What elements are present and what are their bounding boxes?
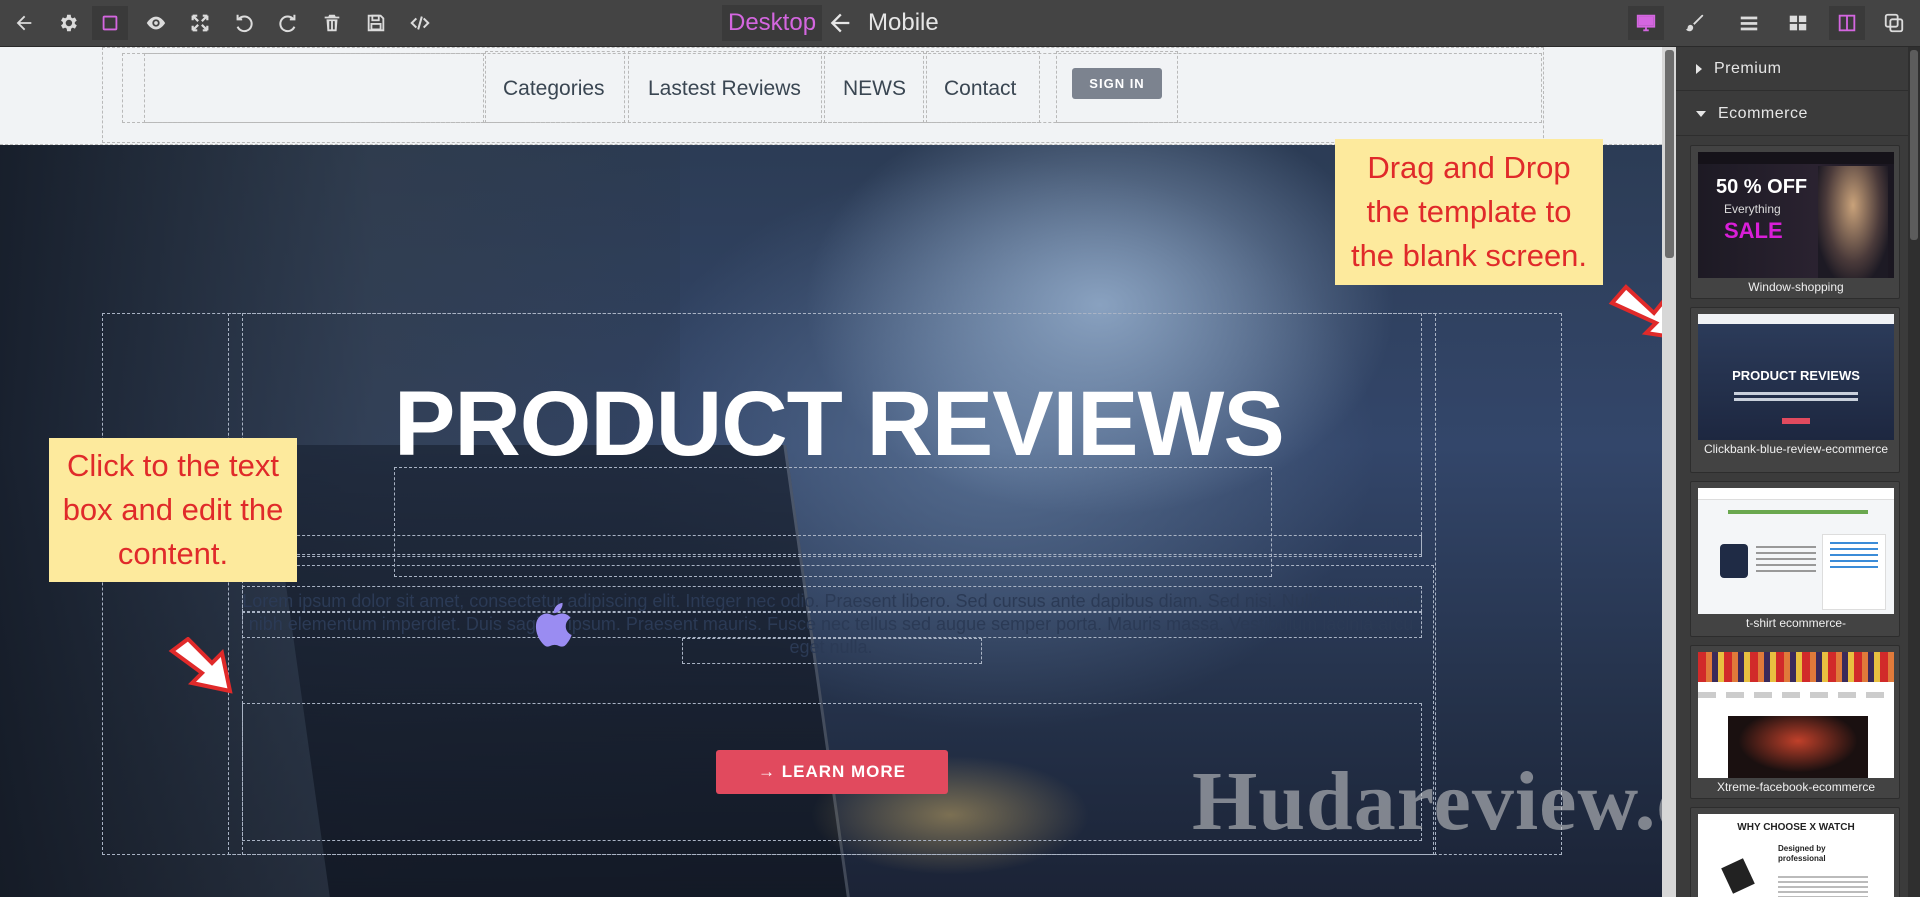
nav-link-categories[interactable]: Categories bbox=[503, 77, 605, 101]
style-brush-icon[interactable] bbox=[1677, 6, 1713, 40]
desktop-monitor-icon[interactable] bbox=[1628, 6, 1664, 40]
template-thumbnail: WHY CHOOSE X WATCH Designed by professio… bbox=[1698, 814, 1894, 897]
category-premium[interactable]: Premium bbox=[1676, 47, 1908, 91]
redo-icon[interactable] bbox=[270, 6, 306, 40]
template-thumbnail: PRODUCT REVIEWS bbox=[1698, 314, 1894, 440]
fullscreen-icon[interactable] bbox=[182, 6, 218, 40]
template-card-x-watch[interactable]: WHY CHOOSE X WATCH Designed by professio… bbox=[1690, 807, 1900, 897]
caret-down-icon bbox=[1696, 110, 1706, 117]
promo-image bbox=[1728, 716, 1868, 778]
save-icon[interactable] bbox=[358, 6, 394, 40]
template-label: t-shirt ecommerce- bbox=[1745, 616, 1846, 630]
canvas-scrollbar-thumb[interactable] bbox=[1665, 50, 1674, 258]
settings-gear-icon[interactable] bbox=[50, 6, 86, 40]
thumb-subtitle: Designed by professional bbox=[1778, 844, 1826, 863]
editor-toolbar: Desktop Mobile bbox=[0, 0, 1920, 47]
category-label: Ecommerce bbox=[1718, 104, 1808, 122]
sign-in-button[interactable]: SIGN IN bbox=[1072, 68, 1162, 99]
thumb-line1: 50 % OFF bbox=[1716, 176, 1808, 198]
undo-icon[interactable] bbox=[226, 6, 262, 40]
editor-canvas[interactable]: Categories Lastest Reviews NEWS Contact … bbox=[0, 47, 1662, 897]
learn-more-button[interactable]: → LEARN MORE bbox=[716, 750, 948, 794]
nav-link-latest-reviews[interactable]: Lastest Reviews bbox=[648, 77, 801, 101]
template-thumbnail bbox=[1698, 488, 1894, 614]
site-navbar[interactable]: Categories Lastest Reviews NEWS Contact … bbox=[0, 47, 1662, 145]
thumb-line3: SALE bbox=[1724, 218, 1783, 243]
tshirt-image bbox=[1720, 544, 1748, 578]
nav-link-contact[interactable]: Contact bbox=[944, 77, 1016, 101]
template-label: Clickbank-blue-review-ecommerce bbox=[1703, 442, 1889, 456]
template-card-window-shopping[interactable]: 50 % OFF Everything SALE Window-shopping bbox=[1690, 145, 1900, 299]
thumb-title: PRODUCT REVIEWS bbox=[1732, 368, 1860, 383]
annotation-edit-text: Click to the text box and edit the conte… bbox=[49, 438, 297, 582]
caret-right-icon bbox=[1696, 63, 1702, 74]
hero-body-text[interactable]: Lorem ipsum dolor sit amet, consectetur … bbox=[242, 590, 1420, 659]
blocks-grid-icon[interactable] bbox=[1780, 6, 1816, 40]
templates-panel: Premium Ecommerce 50 % OFF Everything SA… bbox=[1676, 47, 1920, 897]
templates-icon[interactable] bbox=[1876, 6, 1912, 40]
hero-title-outline bbox=[394, 467, 1272, 577]
code-icon[interactable] bbox=[402, 6, 438, 40]
model-photo bbox=[1818, 166, 1888, 278]
arrow-left-icon bbox=[826, 9, 854, 37]
template-card-tshirt-ecommerce[interactable]: t-shirt ecommerce- bbox=[1690, 481, 1900, 637]
watermark-text: Hudareview.com bbox=[1192, 755, 1662, 848]
template-card-xtreme-facebook[interactable]: Xtreme-facebook-ecommerce bbox=[1690, 645, 1900, 799]
split-panel-icon[interactable] bbox=[1829, 6, 1865, 40]
template-thumbnail bbox=[1698, 652, 1894, 778]
panel-scrollbar-thumb[interactable] bbox=[1910, 50, 1918, 240]
hero-title[interactable]: PRODUCT REVIEWS bbox=[394, 369, 1285, 479]
template-label: Xtreme-facebook-ecommerce bbox=[1716, 780, 1876, 794]
layer-manager-icon[interactable] bbox=[1731, 6, 1767, 40]
template-label: Window-shopping bbox=[1748, 280, 1844, 294]
thumb-title: WHY CHOOSE X WATCH bbox=[1737, 822, 1855, 833]
template-thumbnail: 50 % OFF Everything SALE bbox=[1698, 152, 1894, 278]
component-outline-icon[interactable] bbox=[92, 6, 128, 40]
clothes-rack-image bbox=[1698, 652, 1894, 682]
apple-logo-icon bbox=[530, 595, 582, 655]
category-ecommerce[interactable]: Ecommerce bbox=[1676, 92, 1908, 136]
annotation-arrow-right-icon bbox=[1608, 283, 1662, 349]
back-arrow-icon[interactable] bbox=[6, 6, 42, 40]
annotation-drag-drop: Drag and Drop the template to the blank … bbox=[1335, 139, 1603, 285]
category-label: Premium bbox=[1714, 59, 1782, 77]
navbar-brand-outline bbox=[144, 53, 484, 123]
trash-icon[interactable] bbox=[314, 6, 350, 40]
watch-image bbox=[1721, 858, 1755, 894]
annotation-arrow-down-right-icon bbox=[168, 636, 238, 701]
device-desktop-option[interactable]: Desktop bbox=[722, 5, 823, 41]
preview-eye-icon[interactable] bbox=[138, 6, 174, 40]
nav-link-news[interactable]: NEWS bbox=[843, 77, 906, 101]
template-card-clickbank-review[interactable]: PRODUCT REVIEWS Clickbank-blue-review-ec… bbox=[1690, 307, 1900, 473]
device-mobile-option[interactable]: Mobile bbox=[868, 5, 939, 41]
thumb-line2: Everything bbox=[1724, 202, 1781, 216]
